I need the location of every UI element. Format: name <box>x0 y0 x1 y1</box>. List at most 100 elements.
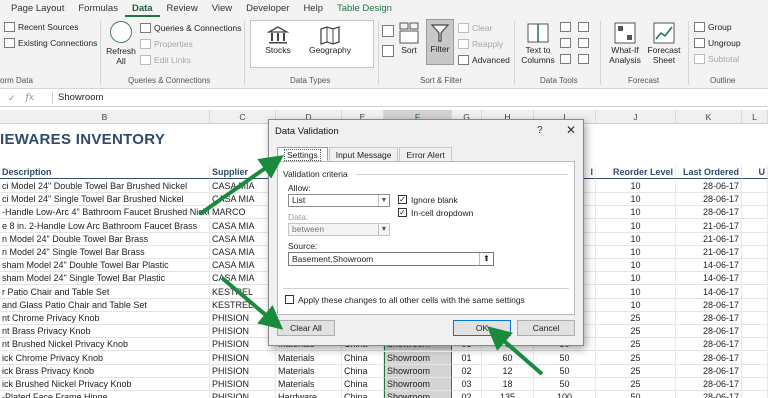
cell-l[interactable] <box>742 378 768 391</box>
cell-f[interactable]: Showroom <box>384 364 452 378</box>
whatif-analysis-button[interactable]: What-If Analysis <box>606 21 644 65</box>
cell-supplier[interactable]: KESTREL <box>210 298 276 312</box>
cell-f[interactable]: Showroom <box>384 391 452 398</box>
cell-desc[interactable]: n Model 24" Single Towel Bar Brass <box>0 246 210 259</box>
cell-d[interactable]: Materials <box>276 378 342 391</box>
cell-date[interactable]: 28-06-17 <box>676 338 742 352</box>
cell-supplier[interactable]: CASA MIA <box>210 193 276 207</box>
cell-l[interactable] <box>742 351 768 365</box>
cell-l[interactable] <box>742 193 768 207</box>
cell-reorder[interactable]: 25 <box>596 351 676 365</box>
cell-g[interactable]: 01 <box>452 351 482 365</box>
cell-supplier[interactable]: PHISION <box>210 364 276 378</box>
cell-desc[interactable]: sham Model 24" Single Towel Bar Plastic <box>0 272 210 286</box>
in-cell-dropdown-checkbox[interactable]: ✓ <box>398 208 407 217</box>
cell-date[interactable]: 14-06-17 <box>676 259 742 273</box>
data-select[interactable]: between ▼ <box>288 223 390 236</box>
cell-d[interactable]: Materials <box>276 364 342 378</box>
cell-supplier[interactable]: KESTREL <box>210 285 276 299</box>
cell-e[interactable]: China <box>342 391 384 398</box>
clear-all-button[interactable]: Clear All <box>277 320 335 336</box>
cell-supplier[interactable]: PHISION <box>210 338 276 352</box>
cell-i[interactable]: 100 <box>534 391 596 398</box>
help-button[interactable]: ? <box>537 125 543 136</box>
sort-az-button[interactable] <box>382 25 394 37</box>
cell-g[interactable]: 02 <box>452 391 482 398</box>
existing-connections-button[interactable]: Existing Connections <box>4 38 97 48</box>
cell-l[interactable] <box>742 391 768 398</box>
cell-supplier[interactable]: PHISION <box>210 351 276 365</box>
properties-button[interactable]: Properties <box>140 39 193 49</box>
cell-l[interactable] <box>742 259 768 273</box>
cell-h[interactable]: 12 <box>482 364 534 378</box>
queries-connections-button[interactable]: Queries & Connections <box>140 23 241 33</box>
relationships-button[interactable] <box>578 38 589 48</box>
cell-desc[interactable]: -Plated Face Frame Hinge <box>0 391 210 398</box>
cell-l[interactable] <box>742 219 768 233</box>
cell-date[interactable]: 21-06-17 <box>676 246 742 259</box>
tab-developer[interactable]: Developer <box>239 0 296 17</box>
column-header-b[interactable]: B <box>0 110 210 124</box>
tab-page-layout[interactable]: Page Layout <box>4 0 71 17</box>
cell-reorder[interactable]: 10 <box>596 206 676 220</box>
tab-help[interactable]: Help <box>296 0 330 17</box>
column-header-l[interactable]: L <box>742 110 768 124</box>
ungroup-button[interactable]: Ungroup <box>694 38 741 48</box>
cell-supplier[interactable]: CASA MIA <box>210 180 276 193</box>
stocks-button[interactable]: Stocks <box>258 25 298 55</box>
cell-supplier[interactable]: PHISION <box>210 378 276 391</box>
tab-settings[interactable]: Settings <box>277 147 328 161</box>
data-model-button[interactable] <box>578 54 589 64</box>
cell-g[interactable]: 02 <box>452 364 482 378</box>
cell-l[interactable] <box>742 338 768 352</box>
cell-e[interactable]: China <box>342 378 384 391</box>
cell-date[interactable]: 28-06-17 <box>676 364 742 378</box>
cell-date[interactable]: 14-06-17 <box>676 285 742 299</box>
recent-sources-button[interactable]: Recent Sources <box>4 22 78 32</box>
cell-supplier[interactable]: CASA MIA <box>210 219 276 233</box>
cell-i[interactable]: 50 <box>534 364 596 378</box>
ignore-blank-checkbox[interactable]: ✓ <box>398 195 407 204</box>
cell-d[interactable]: Materials <box>276 351 342 365</box>
column-header-c[interactable]: C <box>210 110 276 124</box>
cell-f[interactable]: Showroom <box>384 378 452 391</box>
source-input[interactable]: Basement,Showroom ⬆ <box>288 252 494 266</box>
cell-desc[interactable]: sham Model 24" Double Towel Bar Plastic <box>0 259 210 273</box>
cell-supplier[interactable]: PHISION <box>210 312 276 325</box>
remove-duplicates-button[interactable] <box>560 38 571 48</box>
cell-reorder[interactable]: 10 <box>596 180 676 193</box>
column-header-j[interactable]: J <box>596 110 676 124</box>
cell-reorder[interactable]: 50 <box>596 391 676 398</box>
header-description[interactable]: Description <box>0 166 210 179</box>
cell-l[interactable] <box>742 298 768 312</box>
geography-button[interactable]: Geography <box>306 25 354 55</box>
fx-icon[interactable]: fx <box>26 93 34 103</box>
tab-error-alert[interactable]: Error Alert <box>399 147 452 161</box>
cell-reorder[interactable]: 10 <box>596 193 676 207</box>
cell-date[interactable]: 21-06-17 <box>676 219 742 233</box>
cell-desc[interactable]: ci Model 24" Single Towel Bar Brushed Ni… <box>0 193 210 207</box>
cell-l[interactable] <box>742 206 768 220</box>
cell-date[interactable]: 28-06-17 <box>676 312 742 325</box>
cell-reorder[interactable]: 25 <box>596 325 676 339</box>
cell-l[interactable] <box>742 312 768 325</box>
cell-reorder[interactable]: 10 <box>596 285 676 299</box>
cell-supplier[interactable]: CASA MIA <box>210 259 276 273</box>
consolidate-button[interactable] <box>578 22 589 32</box>
cell-desc[interactable]: nt Brass Privacy Knob <box>0 325 210 339</box>
apply-all-checkbox[interactable] <box>285 295 294 304</box>
cell-d[interactable]: Hardware <box>276 391 342 398</box>
cell-l[interactable] <box>742 325 768 339</box>
cell-date[interactable]: 28-06-17 <box>676 206 742 220</box>
cell-desc[interactable]: ick Brushed Nickel Privacy Knob <box>0 378 210 391</box>
cell-date[interactable]: 28-06-17 <box>676 391 742 398</box>
cell-date[interactable]: 28-06-17 <box>676 325 742 339</box>
forecast-sheet-button[interactable]: Forecast Sheet <box>646 21 682 65</box>
cell-supplier[interactable]: PHISION <box>210 391 276 398</box>
tab-input-message[interactable]: Input Message <box>328 147 399 161</box>
cell-f[interactable]: Showroom <box>384 351 452 365</box>
cell-l[interactable] <box>742 285 768 299</box>
close-icon[interactable]: ✕ <box>564 123 578 137</box>
cell-i[interactable]: 50 <box>534 351 596 365</box>
cell-reorder[interactable]: 10 <box>596 259 676 273</box>
